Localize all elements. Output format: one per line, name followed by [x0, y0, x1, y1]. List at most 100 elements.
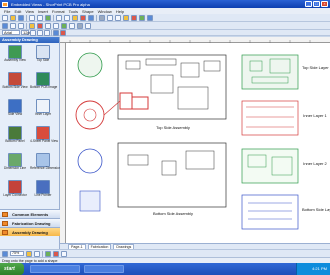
start-button[interactable]: start — [0, 263, 24, 275]
undo-icon[interactable] — [80, 14, 86, 21]
section-common-elements[interactable]: Common Elements — [0, 209, 60, 218]
bold-icon[interactable] — [30, 29, 36, 36]
close-icon[interactable]: × — [321, 1, 328, 7]
menu-format[interactable]: Format — [52, 9, 65, 14]
line-weight-icon[interactable] — [45, 22, 51, 29]
shape-bottom-panel[interactable]: Bottom Panel — [2, 126, 28, 152]
zoom-icon[interactable] — [147, 14, 153, 21]
folder-icon — [2, 212, 8, 217]
section-assembly-drawing[interactable]: Assembly Drawing — [0, 227, 60, 236]
align-left-icon[interactable] — [2, 22, 8, 29]
format-toolbar: Arial 12pt — [0, 29, 330, 36]
inner-layer-2 — [241, 148, 299, 184]
shape-side-view[interactable]: Side View — [2, 99, 28, 125]
bring-front-icon[interactable] — [77, 22, 83, 29]
menu-file[interactable]: File — [4, 9, 10, 14]
grid-icon[interactable] — [53, 250, 59, 257]
ungroup-icon[interactable] — [69, 22, 75, 29]
line-pointer-icon — [36, 180, 50, 194]
underline-icon[interactable] — [44, 29, 50, 36]
menu-shape[interactable]: Shape — [82, 9, 94, 14]
toolbar-separator — [26, 22, 27, 29]
window-controls: _ □ × — [305, 1, 328, 7]
redo-icon[interactable] — [88, 14, 94, 21]
text-align-icon[interactable] — [53, 29, 59, 36]
zoom-select[interactable]: 75% — [10, 251, 24, 256]
assembly-view-icon — [8, 45, 22, 59]
maximize-icon[interactable]: □ — [313, 1, 320, 7]
shape-layer-connector[interactable]: Layer Connector — [2, 180, 28, 206]
save-icon[interactable] — [18, 14, 24, 21]
new-icon[interactable] — [2, 14, 8, 21]
font-color-icon[interactable] — [60, 29, 66, 36]
shape-4-sheet-panel[interactable]: 4-Sheet Panel View — [30, 126, 58, 152]
panel-view-icon — [36, 126, 50, 140]
print-icon[interactable] — [29, 14, 35, 21]
paste-icon[interactable] — [72, 14, 78, 21]
align-right-icon[interactable] — [18, 22, 24, 29]
shape-bottom-side-view[interactable]: Bottom Side View — [2, 72, 28, 98]
shape-reference-dimension[interactable]: Reference Dimension — [30, 153, 61, 179]
font-size-select[interactable]: 12pt — [21, 30, 31, 35]
font-select[interactable]: Arial — [2, 30, 20, 35]
send-back-icon[interactable] — [85, 22, 91, 29]
menu-edit[interactable]: Edit — [14, 9, 21, 14]
italic-icon[interactable] — [37, 29, 43, 36]
menu-window[interactable]: Window — [98, 9, 112, 14]
shape-top-side[interactable]: Top Side — [30, 45, 56, 71]
line-color-icon[interactable] — [37, 22, 43, 29]
zoom-out-icon[interactable] — [34, 250, 40, 257]
folder-icon — [2, 230, 8, 235]
label-top-side-assembly: Top Side Assembly — [156, 125, 190, 130]
taskbar-app-button[interactable] — [30, 265, 80, 273]
copy-icon[interactable] — [64, 14, 70, 21]
zoom-in-icon[interactable] — [26, 250, 32, 257]
pointer-tool-icon[interactable] — [99, 14, 105, 21]
bottom-side-assembly — [117, 142, 227, 208]
text-tool-icon[interactable] — [115, 14, 121, 21]
shape-inner-layer[interactable]: Inner Layer — [30, 99, 56, 125]
open-icon[interactable] — [10, 14, 16, 21]
clock: 4:21 PM — [312, 266, 327, 271]
fill-color-icon[interactable] — [29, 22, 35, 29]
side-view-icon — [8, 99, 22, 113]
line-pattern-icon[interactable] — [53, 22, 59, 29]
reference-dimension-icon — [36, 153, 50, 167]
menu-help[interactable]: Help — [116, 9, 124, 14]
section-fabrication-drawing[interactable]: Fabrication Drawing — [0, 218, 60, 227]
dimension-line-icon — [8, 153, 22, 167]
shapes-panel: Assembly Drawing Assembly View Top Side … — [0, 37, 61, 263]
preview-icon[interactable] — [37, 14, 43, 21]
layers-icon[interactable] — [139, 14, 145, 21]
pencil-tool-icon[interactable] — [123, 14, 129, 21]
menu-insert[interactable]: Insert — [38, 9, 48, 14]
system-tray: 4:21 PM — [296, 263, 330, 275]
cut-icon[interactable] — [56, 14, 62, 21]
shape-bottom-pcb-image[interactable]: Bottom PCB Image — [30, 72, 57, 98]
align-center-icon[interactable] — [10, 22, 16, 29]
bottom-side-view-icon — [8, 72, 22, 86]
drawing-canvas[interactable]: Top Side Assembly Bottom Side Assembly T… — [66, 43, 330, 243]
minimize-icon[interactable]: _ — [305, 1, 312, 7]
shape-dimension-line[interactable]: Dimension Line — [2, 153, 28, 179]
toolbar-separator — [96, 14, 97, 21]
layer-connector-icon — [8, 180, 22, 194]
taskbar-app-button[interactable] — [84, 265, 124, 273]
shape-line-pointer[interactable]: Line Pointer — [30, 180, 56, 206]
label-bottom-side-layer: Bottom Side Layer — [302, 207, 330, 212]
connector-tool-icon[interactable] — [107, 14, 113, 21]
bottom-panel-icon — [8, 126, 22, 140]
shape-assembly-view[interactable]: Assembly View — [2, 45, 28, 71]
bottom-pcb-image-icon — [36, 72, 50, 86]
spell-check-icon[interactable] — [45, 14, 51, 21]
snap-icon[interactable] — [61, 250, 67, 257]
menu-view[interactable]: View — [25, 9, 34, 14]
menu-tools[interactable]: Tools — [69, 9, 78, 14]
group-icon[interactable] — [61, 22, 67, 29]
view-icon[interactable] — [2, 250, 8, 257]
inner-layer-icon — [36, 99, 50, 113]
pan-icon[interactable] — [45, 250, 51, 257]
label-top-side-layer: Top Side Layer — [302, 65, 329, 70]
shapes-panel-title: Assembly Drawing — [0, 37, 59, 43]
shapes-icon[interactable] — [131, 14, 137, 21]
